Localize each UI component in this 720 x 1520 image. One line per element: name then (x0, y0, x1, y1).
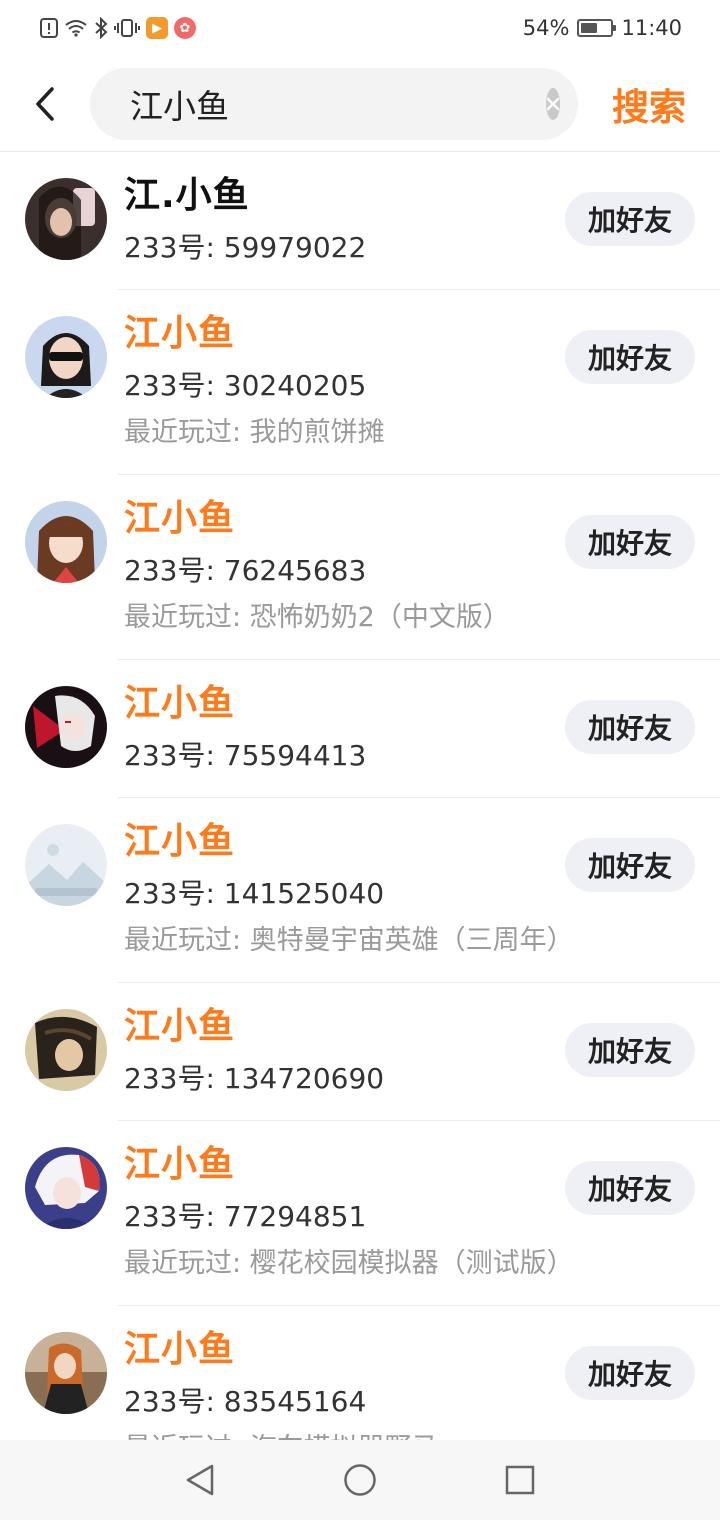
status-icons-right: 54% 11:40 (523, 16, 682, 40)
system-nav-bar (0, 1440, 720, 1520)
avatar[interactable] (25, 824, 107, 906)
add-friend-button[interactable]: 加好友 (565, 700, 695, 754)
user-name: 江小鱼 (124, 683, 236, 724)
recent-played: 最近玩过: 恐怖奶奶2（中文版） (124, 602, 510, 633)
list-item[interactable]: 江小鱼 233号: 83545164 最近玩过: 汽车模拟器野马 加好友 (0, 1306, 720, 1440)
user-id: 233号: 59979022 (124, 231, 367, 264)
search-button[interactable]: 搜索 (578, 77, 720, 131)
user-id: 233号: 30240205 (124, 369, 367, 402)
user-id: 233号: 76245683 (124, 554, 367, 587)
avatar[interactable] (25, 1009, 107, 1091)
bluetooth-icon (94, 17, 108, 39)
add-friend-button[interactable]: 加好友 (565, 330, 695, 384)
search-result-list[interactable]: 江.小鱼 233号: 59979022 加好友 江小鱼 233号: 302402… (0, 152, 720, 1440)
nav-back-button[interactable] (170, 1450, 230, 1510)
list-item[interactable]: 江小鱼 233号: 77294851 最近玩过: 樱花校园模拟器（测试版） 加好… (0, 1121, 720, 1306)
chevron-left-icon (36, 86, 54, 121)
avatar[interactable] (25, 501, 107, 583)
avatar[interactable] (25, 1332, 107, 1414)
battery-icon (577, 19, 617, 37)
avatar[interactable] (25, 178, 107, 260)
list-item[interactable]: 江.小鱼 233号: 59979022 加好友 (0, 152, 720, 290)
vibrate-icon (114, 18, 140, 38)
user-name: 江小鱼 (124, 1329, 236, 1370)
list-item[interactable]: 江小鱼 233号: 76245683 最近玩过: 恐怖奶奶2（中文版） 加好友 (0, 475, 720, 660)
user-id: 233号: 83545164 (124, 1385, 367, 1418)
clear-icon[interactable] (546, 87, 560, 120)
recents-square-icon (505, 1465, 535, 1495)
user-name: 江小鱼 (124, 313, 236, 354)
search-header: 搜索 (0, 56, 720, 152)
avatar[interactable] (25, 686, 107, 768)
avatar[interactable] (25, 316, 107, 398)
video-app-icon: ▶ (146, 17, 168, 39)
nav-recents-button[interactable] (490, 1450, 550, 1510)
user-name: 江小鱼 (124, 1006, 236, 1047)
add-friend-button[interactable]: 加好友 (565, 1023, 695, 1077)
add-friend-button[interactable]: 加好友 (565, 1161, 695, 1215)
home-circle-icon (344, 1464, 376, 1496)
back-triangle-icon (186, 1464, 214, 1496)
recent-played: 最近玩过: 汽车模拟器野马 (124, 1426, 439, 1440)
status-icons-left: ▶ ✿ (40, 17, 196, 39)
alert-icon (40, 18, 58, 38)
list-item[interactable]: 江小鱼 233号: 134720690 加好友 (0, 983, 720, 1121)
clock: 11:40 (621, 16, 682, 40)
list-item[interactable]: 江小鱼 233号: 30240205 最近玩过: 我的煎饼摊 加好友 (0, 290, 720, 475)
list-item[interactable]: 江小鱼 233号: 141525040 最近玩过: 奥特曼宇宙英雄（三周年） 加… (0, 798, 720, 983)
avatar[interactable] (25, 1147, 107, 1229)
add-friend-button[interactable]: 加好友 (565, 515, 695, 569)
add-friend-button[interactable]: 加好友 (565, 192, 695, 246)
social-app-icon: ✿ (174, 17, 196, 39)
recent-played: 最近玩过: 我的煎饼摊 (124, 417, 385, 448)
user-name: 江小鱼 (124, 498, 236, 539)
recent-played: 最近玩过: 樱花校园模拟器（测试版） (124, 1248, 574, 1279)
user-id: 233号: 75594413 (124, 739, 367, 772)
user-id: 233号: 77294851 (124, 1200, 367, 1233)
user-name: 江小鱼 (124, 821, 236, 862)
recent-played: 最近玩过: 奥特曼宇宙英雄（三周年） (124, 925, 574, 956)
search-input[interactable] (130, 84, 546, 123)
search-box[interactable] (90, 67, 578, 140)
user-name: 江.小鱼 (124, 175, 250, 216)
add-friend-button[interactable]: 加好友 (565, 838, 695, 892)
status-bar: ▶ ✿ 54% 11:40 (0, 0, 720, 56)
battery-percent: 54% (522, 16, 570, 40)
back-button[interactable] (0, 56, 90, 152)
battery-fill (581, 23, 597, 33)
wifi-icon (64, 19, 88, 37)
user-id: 233号: 134720690 (124, 1062, 385, 1095)
list-item[interactable]: 江小鱼 233号: 75594413 加好友 (0, 660, 720, 798)
nav-home-button[interactable] (330, 1450, 390, 1510)
add-friend-button[interactable]: 加好友 (565, 1346, 695, 1400)
user-name: 江小鱼 (124, 1144, 236, 1185)
user-id: 233号: 141525040 (124, 877, 385, 910)
